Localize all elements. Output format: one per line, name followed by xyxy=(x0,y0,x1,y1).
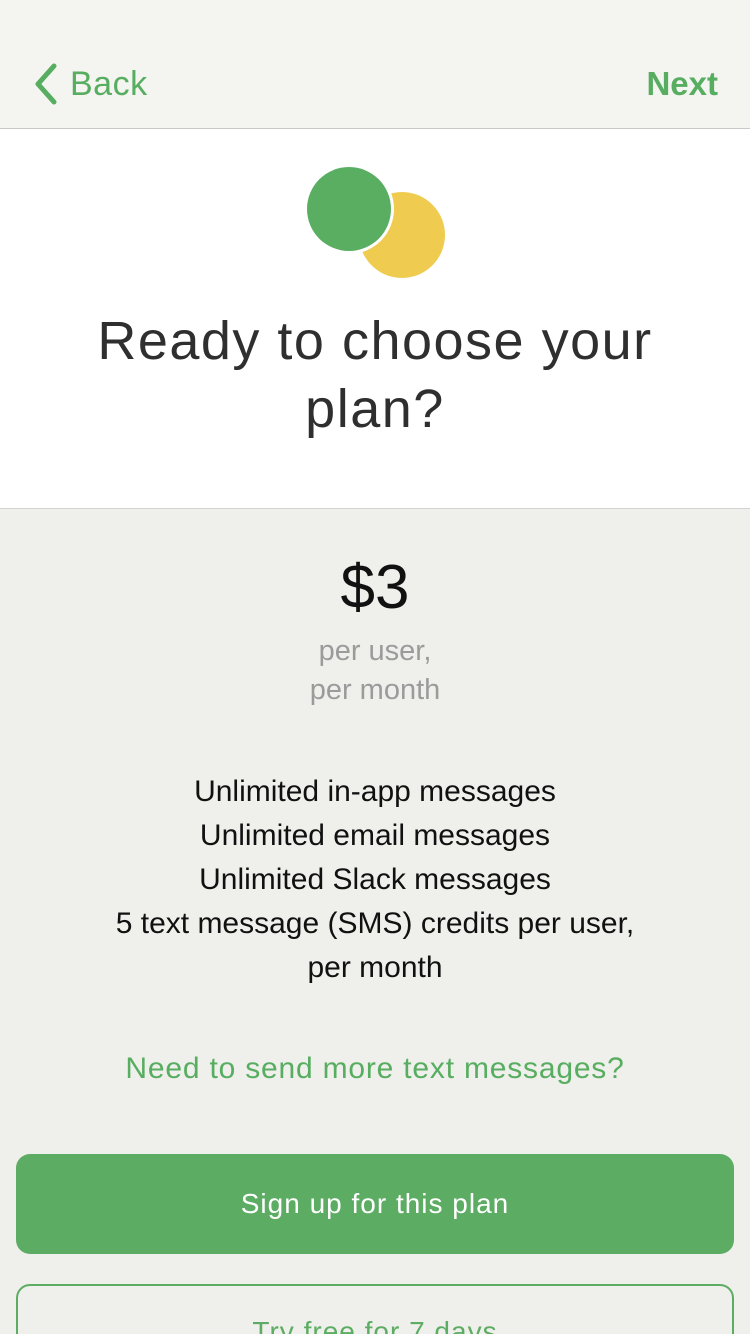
plan-period-line-2: per month xyxy=(309,674,441,706)
hero-section: Ready to choose your plan? xyxy=(0,129,750,509)
feature-item: Unlimited email messages xyxy=(199,819,551,852)
back-button[interactable]: Back xyxy=(32,60,148,108)
more-sms-link[interactable]: Need to send more text messages? xyxy=(0,1052,750,1086)
next-button[interactable]: Next xyxy=(646,62,718,106)
feature-item: Unlimited Slack messages xyxy=(199,863,551,896)
feature-item: 5 text message (SMS) credits per user, xyxy=(115,907,635,940)
feature-item: per month xyxy=(307,951,443,984)
plan-screen: Back Next Ready to choose your plan? $3 … xyxy=(0,0,750,1334)
plan-period-line-1: per user, xyxy=(318,635,432,667)
overlapping-circles-logo-icon xyxy=(304,164,445,278)
plan-period: per user, per month xyxy=(0,632,750,710)
page-title: Ready to choose your plan? xyxy=(40,307,710,443)
chevron-left-icon xyxy=(35,63,57,105)
page-title-line-1: Ready to choose your xyxy=(97,311,653,371)
plan-features-list: Unlimited in-app messages Unlimited emai… xyxy=(40,770,710,990)
plan-price: $3 xyxy=(340,553,410,622)
back-button-label: Back xyxy=(70,64,148,103)
free-trial-button[interactable]: Try free for 7 days xyxy=(16,1284,734,1334)
navigation-bar: Back Next xyxy=(0,0,750,129)
sign-up-button[interactable]: Sign up for this plan xyxy=(16,1154,734,1254)
page-title-line-2: plan? xyxy=(305,379,445,439)
feature-item: Unlimited in-app messages xyxy=(194,775,556,808)
